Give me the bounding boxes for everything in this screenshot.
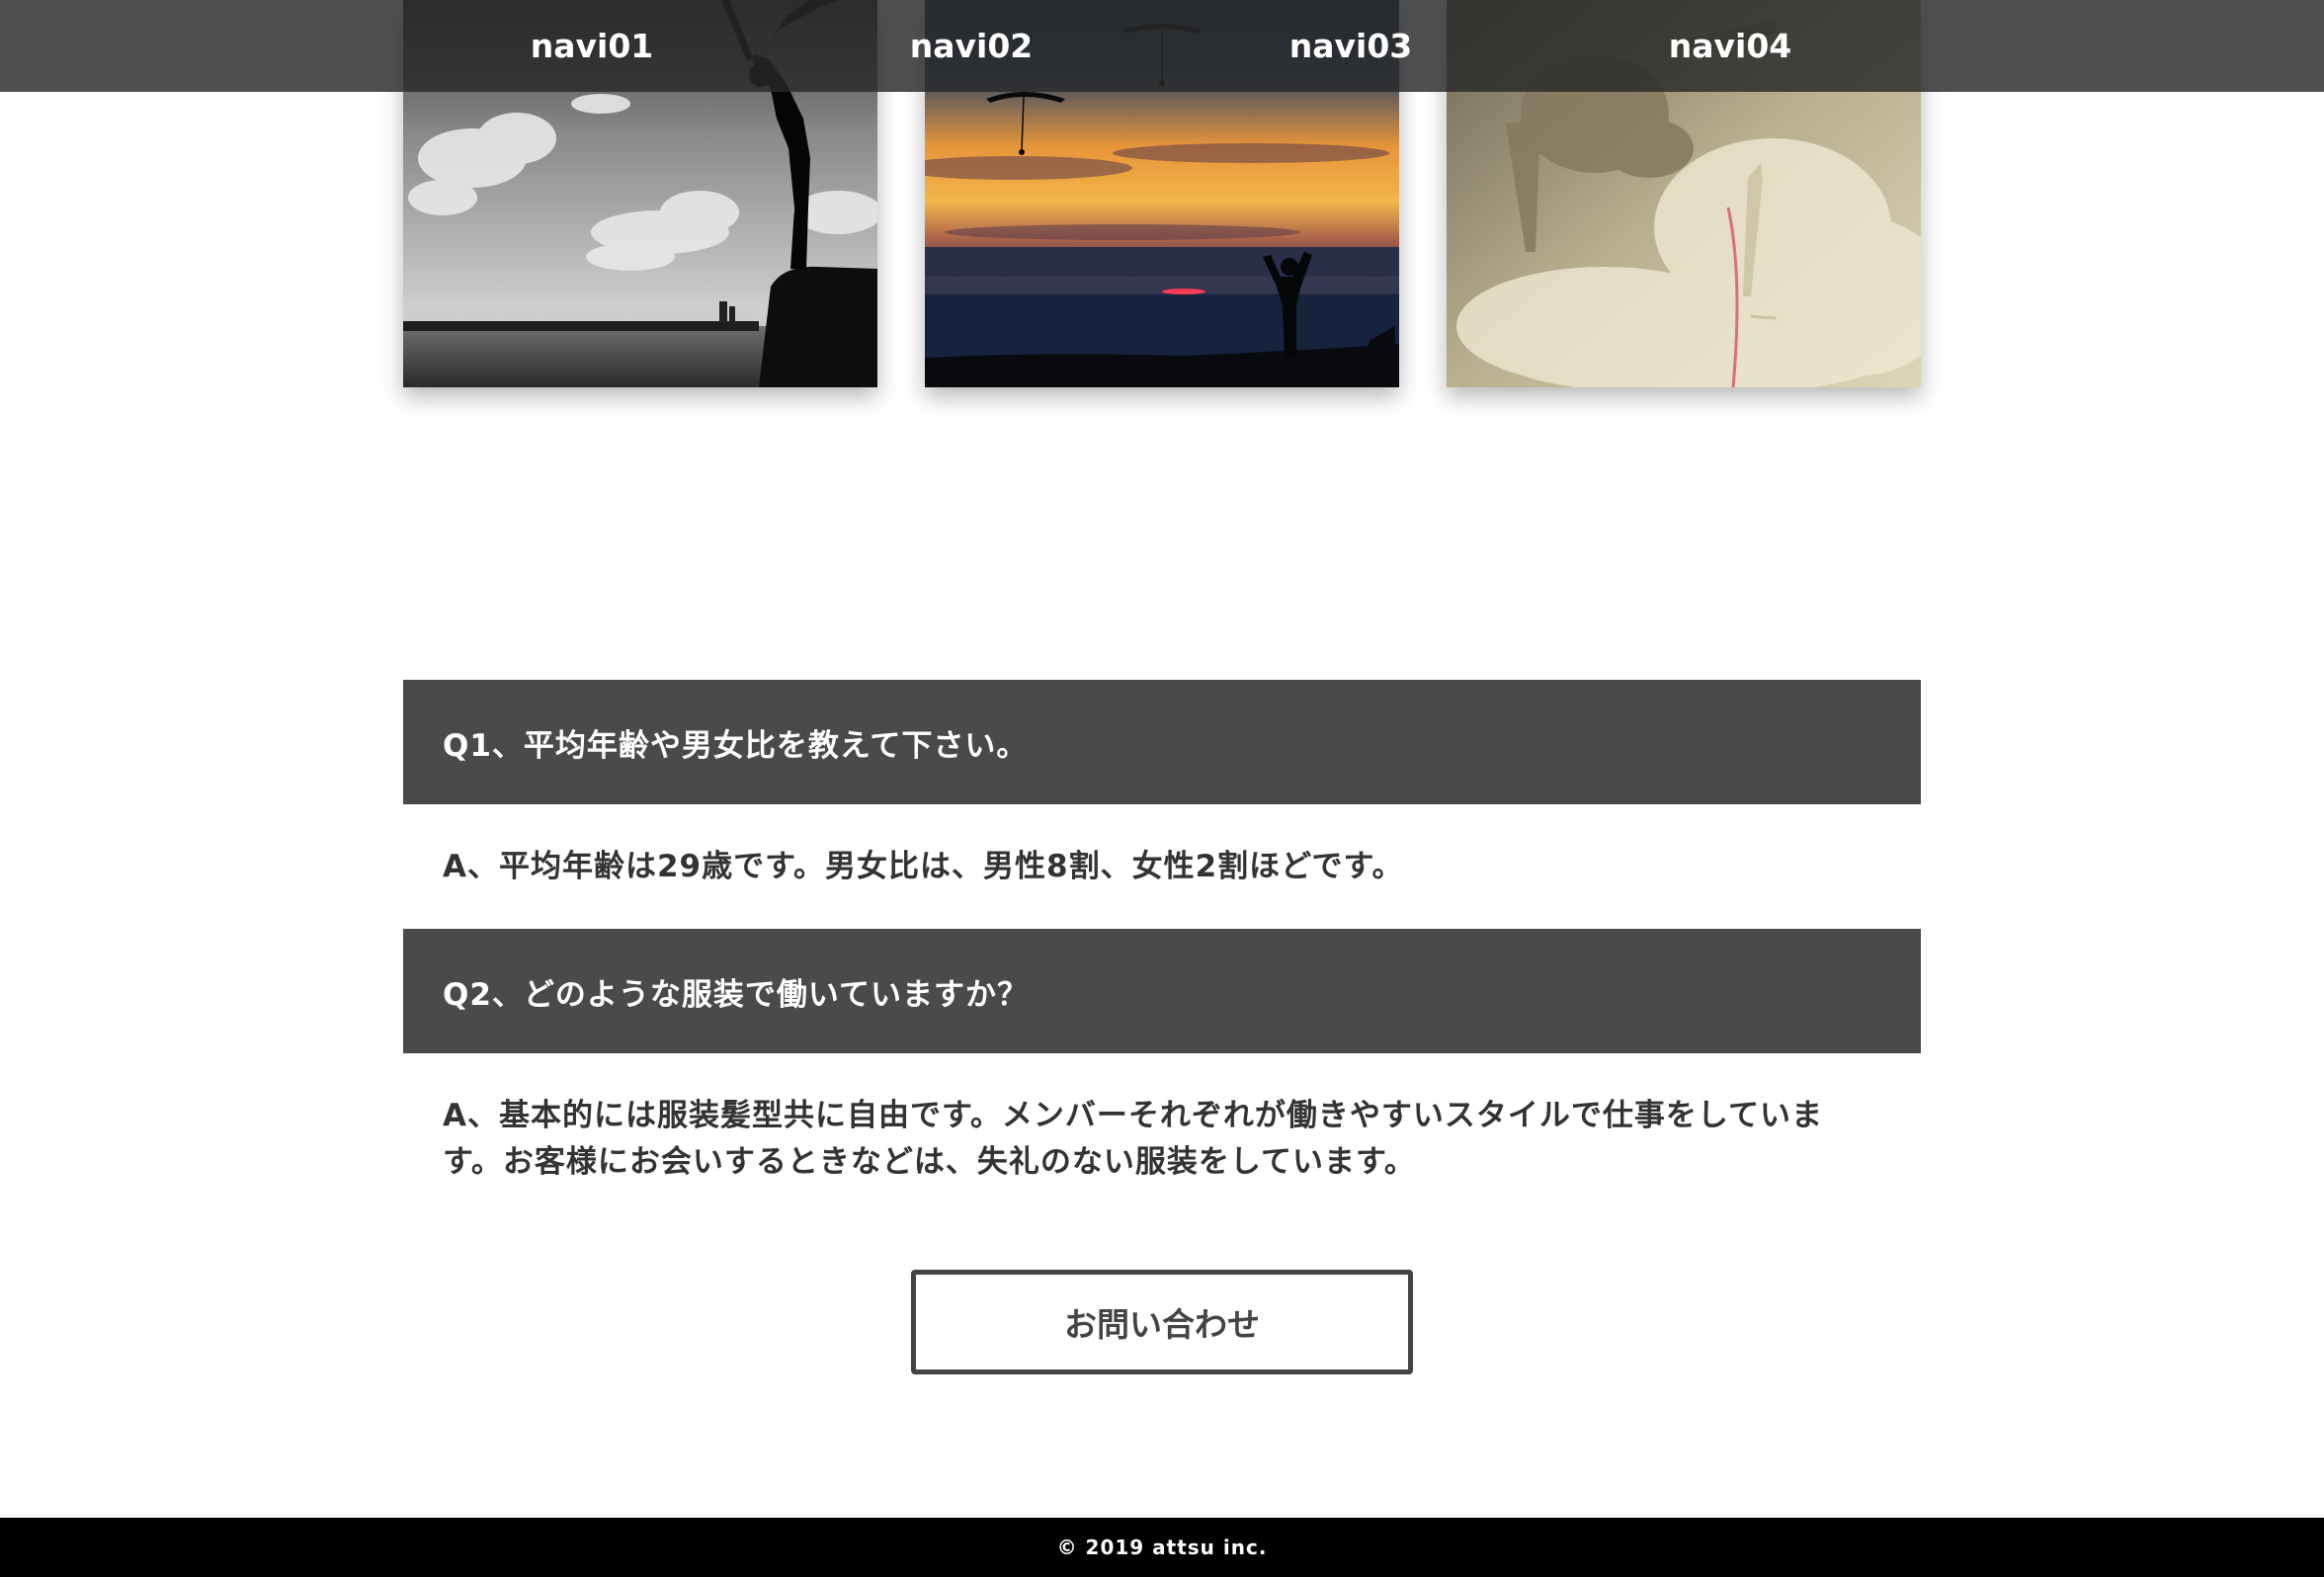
faq-answer-2: A、基本的には服装髪型共に自由です。メンバーそれぞれが働きやすいスタイルで仕事を… [443,1098,1823,1180]
header-nav: navi01 navi02 navi03 navi04 [0,0,2324,92]
contact-button[interactable]: お問い合わせ [911,1270,1413,1374]
nav-item-navi01[interactable]: navi01 [473,0,710,92]
faq-question-1: Q1、平均年齢や男女比を教えて下さい。 [403,680,1921,804]
nav-item-navi02[interactable]: navi02 [853,0,1090,92]
faq-answer-1: A、平均年齢は29歳です。男女比は、男性8割、女性2割ほどです。 [443,848,1404,884]
nav-item-navi03[interactable]: navi03 [1232,0,1469,92]
copyright-text: © 2019 attsu inc. [1056,1536,1268,1559]
footer: © 2019 attsu inc. [0,1518,2324,1577]
faq-section: Q1、平均年齢や男女比を教えて下さい。 A、平均年齢は29歳です。男女比は、男性… [403,680,1921,1271]
faq-question-2: Q2、どのような服装で働いていますか？ [403,929,1921,1053]
nav-item-navi04[interactable]: navi04 [1612,0,1849,92]
